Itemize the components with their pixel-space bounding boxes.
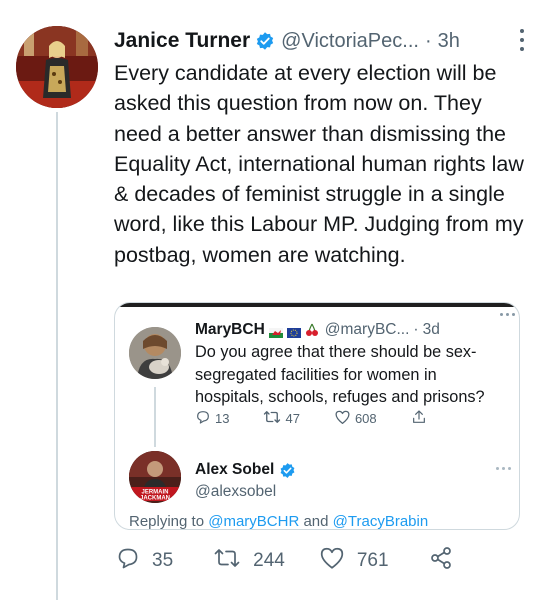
share-icon xyxy=(429,546,453,576)
mention-link[interactable]: @maryBCHR xyxy=(208,513,299,529)
author-handle[interactable]: @VictoriaPec... xyxy=(281,30,419,53)
separator: · xyxy=(413,321,419,338)
verified-badge-icon xyxy=(279,462,296,479)
reply-icon xyxy=(195,409,211,428)
more-icon[interactable] xyxy=(518,29,526,51)
share-button[interactable] xyxy=(429,546,453,576)
like-count: 761 xyxy=(356,550,389,571)
separator: · xyxy=(424,29,432,52)
share-icon xyxy=(411,409,427,428)
author-name[interactable]: Janice Turner xyxy=(114,29,250,53)
more-icon[interactable] xyxy=(500,313,515,316)
like-button[interactable]: 761 xyxy=(319,546,389,576)
like-icon xyxy=(334,409,351,428)
quoted-retweet-count: 47 xyxy=(285,410,300,426)
retweet-icon xyxy=(213,546,241,576)
reply-author-handle[interactable]: @alexsobel xyxy=(195,483,276,501)
quoted-avatar[interactable] xyxy=(129,327,181,379)
tweet-header: Janice Turner @VictoriaPec... · 3h xyxy=(114,25,526,57)
reply-author-name[interactable]: Alex Sobel xyxy=(195,461,274,479)
quoted-share-button[interactable] xyxy=(411,409,427,428)
replying-and: and xyxy=(303,513,329,530)
reply-header: Alex Sobel xyxy=(195,461,296,479)
cherries-icon xyxy=(305,323,319,337)
tweet-action-bar: 35 244 761 xyxy=(116,546,526,576)
quoted-like-button[interactable]: 608 xyxy=(334,409,377,428)
eu-flag-icon xyxy=(286,325,301,338)
retweet-icon xyxy=(263,409,281,428)
reply-icon xyxy=(116,546,140,576)
quoted-reply-count: 13 xyxy=(215,410,230,426)
quoted-tweet-text: Do you agree that there should be sex-se… xyxy=(195,343,485,406)
replying-to: Replying to @maryBCHR and @TracyBrabin xyxy=(129,513,429,530)
avatar[interactable] xyxy=(16,26,98,108)
quoted-tweet[interactable]: MaryBCH @maryBC... · 3d Do you agree tha… xyxy=(114,302,520,530)
quoted-action-bar: 13 47 608 xyxy=(195,407,495,429)
quoted-like-count: 608 xyxy=(354,410,377,426)
like-icon xyxy=(319,546,345,576)
reply-avatar[interactable]: JERMAIN JACKMAN xyxy=(129,451,181,503)
retweet-count: 244 xyxy=(253,550,285,571)
quote-top-border xyxy=(115,303,519,307)
quoted-reply-button[interactable]: 13 xyxy=(195,409,229,428)
thread-line xyxy=(56,112,58,600)
quoted-author-name[interactable]: MaryBCH xyxy=(195,321,265,339)
thread-line xyxy=(154,387,156,447)
svg-text:JACKMAN: JACKMAN xyxy=(140,496,170,502)
more-icon[interactable] xyxy=(496,467,511,470)
reply-count: 35 xyxy=(152,550,174,571)
reply-button[interactable]: 35 xyxy=(116,546,173,576)
wales-flag-icon xyxy=(268,325,283,338)
tweet-text: Every candidate at every election will b… xyxy=(114,61,524,267)
quoted-header: MaryBCH @maryBC... · 3d xyxy=(195,319,513,341)
retweet-button[interactable]: 244 xyxy=(213,546,285,576)
verified-badge-icon xyxy=(255,31,275,51)
quoted-retweet-button[interactable]: 47 xyxy=(263,409,300,428)
timestamp[interactable]: 3h xyxy=(438,30,460,53)
replying-prefix: Replying to xyxy=(129,513,205,530)
quoted-timestamp[interactable]: 3d xyxy=(423,321,440,339)
quoted-author-handle[interactable]: @maryBC... xyxy=(325,321,410,339)
mention-link[interactable]: @TracyBrabin xyxy=(333,513,429,529)
